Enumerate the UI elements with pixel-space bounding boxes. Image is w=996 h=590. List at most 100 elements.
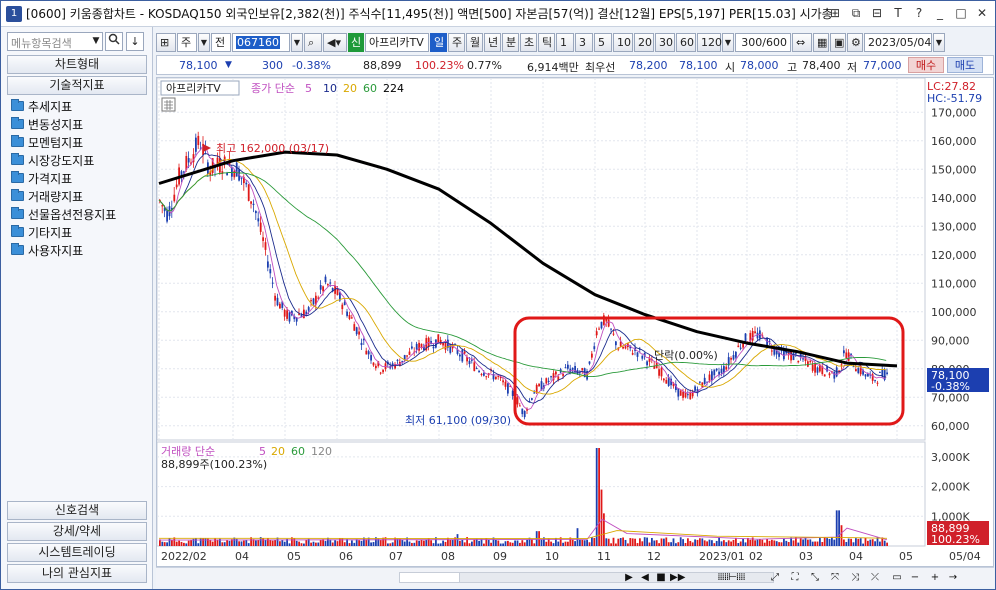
period-second[interactable]: 초 [520,32,537,52]
volume-bar [327,537,329,546]
folder-trend[interactable]: 추세지표 [11,97,149,115]
zoom-out-button[interactable]: − [908,571,922,585]
help-icon[interactable]: ? [910,5,928,22]
expand-icon[interactable]: ⤡ [808,571,822,585]
quote-turnover: 0.77% [467,59,502,72]
chevron-down-icon[interactable]: ▼ [933,32,945,52]
price-volume-chart[interactable]: 170,000 160,000 150,000 140,000 130,000 120,0… [156,77,993,566]
volume-bar [279,541,281,546]
type-select[interactable]: 주 [177,32,197,52]
section-bull-bear[interactable]: 강세/약세 [7,522,147,541]
interval-3[interactable]: 3 [575,32,593,52]
close-button[interactable]: ✕ [973,5,991,22]
date-input[interactable]: 2023/05/04 [864,32,932,52]
interval-10[interactable]: 10 [613,32,633,52]
volume-bar [593,537,596,546]
volume-bar [267,538,269,546]
period-week[interactable]: 주 [448,32,465,52]
period-month[interactable]: 월 [466,32,483,52]
folder-price[interactable]: 가격지표 [11,169,149,187]
interval-60[interactable]: 60 [676,32,696,52]
layout-icon[interactable]: ▭ [890,571,904,585]
minimize-button[interactable]: _ [931,5,949,22]
reset-icon[interactable]: ⤫ [868,571,882,585]
chevron-down-icon[interactable]: ▼ [90,33,102,50]
app-icon[interactable]: 1 [6,5,22,22]
period-day[interactable]: 일 [430,32,447,52]
interval-120[interactable]: 120 [697,32,722,52]
fast-forward-icon[interactable]: ▶▶ [670,571,685,585]
chart-area[interactable]: 170,000 160,000 150,000 140,000 130,000 120,0… [156,77,994,567]
folder-user[interactable]: 사용자지표 [11,241,149,259]
chevron-down-icon[interactable]: ▼ [291,32,303,52]
play-icon[interactable]: ◀ [638,571,652,585]
volume-bar [298,541,300,546]
split-icon[interactable]: ⊟ [868,5,886,22]
folder-volume[interactable]: 거래량지표 [11,187,149,205]
prev-icon[interactable]: ▶ [622,571,636,585]
section-my-indicators[interactable]: 나의 관심지표 [7,564,147,583]
folder-others[interactable]: 기타지표 [11,223,149,241]
table-toggle-icon[interactable] [161,97,176,112]
grid-settings-icon[interactable]: ▦ [813,32,829,52]
candle-body [502,380,504,383]
save-icon[interactable]: ▣ [830,32,846,52]
candle-body [600,321,603,329]
shrink-icon[interactable]: ⤧ [828,571,842,585]
text-icon[interactable]: T [889,5,907,22]
quote-volume: 88,899 [363,59,402,72]
folder-market-strength[interactable]: 시장강도지표 [11,151,149,169]
section-chart-type[interactable]: 차트형태 [7,55,147,74]
candle-body [538,383,540,387]
chevron-down-icon[interactable]: ▼ [722,32,734,52]
period-tick[interactable]: 틱 [538,32,555,52]
speaker-icon[interactable]: ◀▾ [323,32,347,52]
period-minute[interactable]: 분 [502,32,519,52]
volume-bar [773,540,776,546]
period-year[interactable]: 년 [484,32,501,52]
menu-search-icon[interactable] [105,32,123,51]
folder-momentum[interactable]: 모멘텀지표 [11,133,149,151]
gear-icon[interactable]: ⚙ [847,32,863,52]
zoom-icon[interactable]: ⇔ [792,32,812,52]
volume-bar [223,542,226,546]
maximize-button[interactable]: □ [952,5,970,22]
zoom-in-button[interactable]: + [928,571,942,585]
volume-bar [351,540,353,546]
folder-volatility[interactable]: 변동성지표 [11,115,149,133]
grid-icon[interactable]: ⊞ [156,32,176,52]
volume-bar [293,538,296,546]
extend-icon[interactable]: ⤨ [848,571,862,585]
volume-bar [418,540,420,546]
count-input[interactable]: 300/600 [735,32,791,52]
volume-bar [478,540,480,546]
search-icon[interactable]: ⌕ [304,32,322,52]
volume-bar [199,537,202,546]
restore-window-icon[interactable]: ⧉ [847,5,865,22]
stop-icon[interactable]: ■ [654,571,668,585]
pan-icon[interactable]: ⤢ [768,571,782,585]
sell-button[interactable]: 매도 [947,57,983,73]
interval-30[interactable]: 30 [655,32,675,52]
interval-1[interactable]: 1 [556,32,574,52]
interval-5[interactable]: 5 [594,32,612,52]
volume-bar [723,540,725,546]
folder-futures-options[interactable]: 선물옵션전용지표 [11,205,149,223]
volume-bar [639,538,641,546]
section-system-trading[interactable]: 시스템트레이딩 [7,543,147,562]
scroll-right-button[interactable]: → [946,571,960,585]
tile-icon[interactable]: ⊞ [826,5,844,22]
menu-search-input[interactable]: 메뉴항목검색 [7,32,103,51]
volume-bar [718,537,720,546]
chevron-down-icon[interactable]: ▼ [198,32,210,52]
zoom-slider-icon[interactable]: ⁞⁞⁞⁞⁞⊢⁞⁞⁞⁞ [696,571,766,585]
buy-button[interactable]: 매수 [908,57,944,73]
interval-20[interactable]: 20 [634,32,654,52]
stock-code-input[interactable]: 067160 [232,32,290,52]
download-icon[interactable]: ↓ [126,32,144,51]
scroll-thumb[interactable] [400,573,460,582]
folder-icon [11,171,24,183]
fit-icon[interactable]: ⛶ [788,571,802,585]
section-signal-search[interactable]: 신호검색 [7,501,147,520]
section-technical-indicators[interactable]: 기술적지표 [7,76,147,95]
